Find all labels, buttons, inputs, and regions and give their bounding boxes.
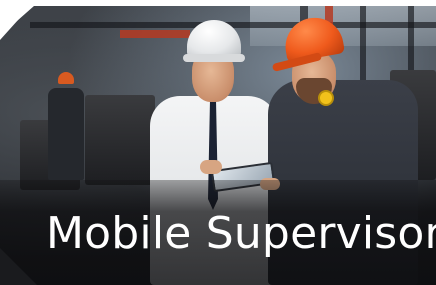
- banner-card: Mobile Supervisor: [0, 0, 436, 285]
- background-worker: [48, 88, 84, 180]
- crane-rail: [120, 30, 190, 38]
- corner-chamfer-top-left: [0, 0, 36, 40]
- corner-chamfer-bottom-left: [0, 248, 37, 285]
- hand: [200, 160, 222, 174]
- white-hard-hat-brim: [183, 54, 245, 62]
- factory-machine: [85, 95, 155, 185]
- ear-protector-icon: [318, 90, 334, 106]
- banner-headline: Mobile Supervisor: [46, 208, 436, 259]
- background-worker-helmet: [58, 72, 74, 84]
